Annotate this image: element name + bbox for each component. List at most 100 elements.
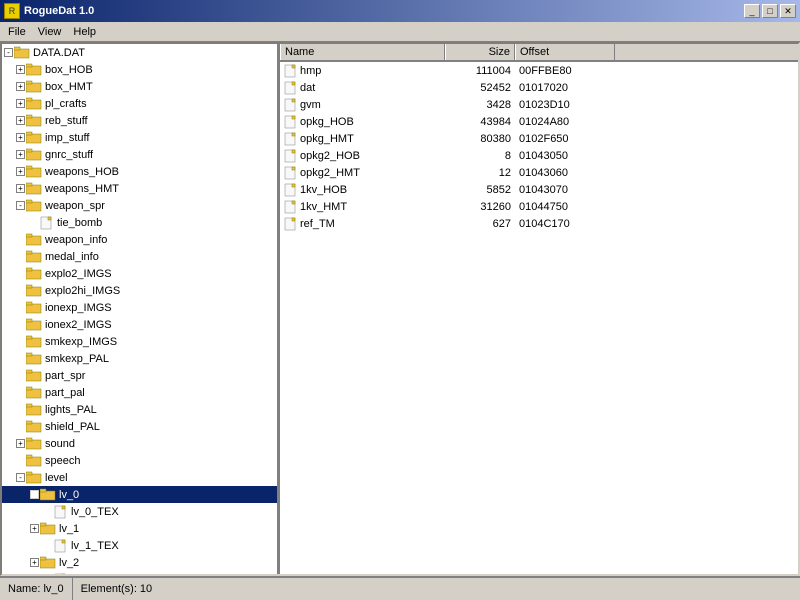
tree-label-tie_bomb: tie_bomb bbox=[57, 217, 102, 229]
expand-lv_1[interactable]: + bbox=[30, 524, 39, 533]
expand-box_HOB[interactable]: + bbox=[16, 65, 25, 74]
expand-weapon_spr[interactable]: - bbox=[16, 201, 25, 210]
app-icon: R bbox=[4, 3, 20, 19]
list-cell-name-text: opkg2_HOB bbox=[300, 150, 360, 162]
list-cell-size: 12 bbox=[445, 167, 515, 179]
tree-item-explo2hi_IMGS[interactable]: explo2hi_IMGS bbox=[2, 282, 277, 299]
tree-item-lv_2_TEX[interactable]: lv_2_TEX bbox=[2, 571, 277, 574]
tree-label-lv_1: lv_1 bbox=[59, 523, 79, 535]
close-button[interactable]: ✕ bbox=[780, 4, 796, 18]
tree-item-explo2_IMGS[interactable]: explo2_IMGS bbox=[2, 265, 277, 282]
list-cell-name: 1kv_HMT bbox=[280, 200, 445, 214]
list-row[interactable]: ref_TM6270104C170 bbox=[280, 215, 798, 232]
expand-lv_0[interactable]: + bbox=[30, 490, 39, 499]
tree-label-part_pal: part_pal bbox=[45, 387, 85, 399]
tree-item-lights_PAL[interactable]: lights_PAL bbox=[2, 401, 277, 418]
folder-icon-lv_0 bbox=[40, 488, 56, 501]
folder-icon-sound bbox=[26, 437, 42, 450]
folder-icon-smkexp_IMGS bbox=[26, 335, 42, 348]
tree-item-reb_stuff[interactable]: + reb_stuff bbox=[2, 112, 277, 129]
expand-sound[interactable]: + bbox=[16, 439, 25, 448]
list-row[interactable]: gvm342801023D10 bbox=[280, 96, 798, 113]
tree-panel[interactable]: - DATA.DAT + box_HOB + box_HMT bbox=[2, 44, 280, 574]
list-cell-offset: 01043050 bbox=[515, 150, 615, 162]
tree-item-lv_2[interactable]: + lv_2 bbox=[2, 554, 277, 571]
expand-weapons_HOB[interactable]: + bbox=[16, 167, 25, 176]
list-panel: Name Size Offset hmp11100400FFBE80dat524… bbox=[280, 44, 798, 574]
list-cell-name-text: opkg2_HMT bbox=[300, 167, 360, 179]
list-row[interactable]: 1kv_HMT3126001044750 bbox=[280, 198, 798, 215]
tree-label-box_HMT: box_HMT bbox=[45, 81, 93, 93]
tree-item-box_HMT[interactable]: + box_HMT bbox=[2, 78, 277, 95]
tree-item-ionex2_IMGS[interactable]: ionex2_IMGS bbox=[2, 316, 277, 333]
tree-item-sound[interactable]: + sound bbox=[2, 435, 277, 452]
tree-item-box_HOB[interactable]: + box_HOB bbox=[2, 61, 277, 78]
tree-item-tie_bomb[interactable]: tie_bomb bbox=[2, 214, 277, 231]
tree-item-shield_PAL[interactable]: shield_PAL bbox=[2, 418, 277, 435]
expand-weapons_HMT[interactable]: + bbox=[16, 184, 25, 193]
file-icon-list bbox=[284, 64, 298, 78]
list-cell-size: 8 bbox=[445, 150, 515, 162]
folder-icon-level bbox=[26, 471, 42, 484]
expand-level[interactable]: - bbox=[16, 473, 25, 482]
tree-item-lv_0[interactable]: + lv_0 bbox=[2, 486, 277, 503]
tree-item-speech[interactable]: speech bbox=[2, 452, 277, 469]
list-cell-name-text: gvm bbox=[300, 99, 321, 111]
tree-item-imp_stuff[interactable]: + imp_stuff bbox=[2, 129, 277, 146]
list-row[interactable]: opkg_HOB4398401024A80 bbox=[280, 113, 798, 130]
tree-item-lv_1[interactable]: + lv_1 bbox=[2, 520, 277, 537]
folder-icon-reb_stuff bbox=[26, 114, 42, 127]
col-header-size[interactable]: Size bbox=[445, 44, 515, 60]
tree-item-DATA_DAT[interactable]: - DATA.DAT bbox=[2, 44, 277, 61]
folder-icon-smkexp_PAL bbox=[26, 352, 42, 365]
maximize-button[interactable]: □ bbox=[762, 4, 778, 18]
tree-item-smkexp_PAL[interactable]: smkexp_PAL bbox=[2, 350, 277, 367]
menu-help[interactable]: Help bbox=[67, 24, 102, 40]
tree-label-weapon_spr: weapon_spr bbox=[45, 200, 105, 212]
list-row[interactable]: dat5245201017020 bbox=[280, 79, 798, 96]
tree-label-part_spr: part_spr bbox=[45, 370, 85, 382]
tree-item-ionexp_IMGS[interactable]: ionexp_IMGS bbox=[2, 299, 277, 316]
col-header-name[interactable]: Name bbox=[280, 44, 445, 60]
tree-item-weapon_info[interactable]: weapon_info bbox=[2, 231, 277, 248]
list-cell-offset: 0104C170 bbox=[515, 218, 615, 230]
tree-item-lv_1_TEX[interactable]: lv_1_TEX bbox=[2, 537, 277, 554]
menu-view[interactable]: View bbox=[32, 24, 68, 40]
expand-pl_crafts[interactable]: + bbox=[16, 99, 25, 108]
tree-label-box_HOB: box_HOB bbox=[45, 64, 93, 76]
folder-icon-part_pal bbox=[26, 386, 42, 399]
expand-DATA_DAT[interactable]: - bbox=[4, 48, 13, 57]
list-cell-size: 111004 bbox=[445, 65, 515, 77]
folder-icon-box_HOB bbox=[26, 63, 42, 76]
expand-lv_2[interactable]: + bbox=[30, 558, 39, 567]
expand-box_HMT[interactable]: + bbox=[16, 82, 25, 91]
tree-item-weapon_spr[interactable]: - weapon_spr bbox=[2, 197, 277, 214]
list-row[interactable]: opkg_HMT803800102F650 bbox=[280, 130, 798, 147]
list-cell-size: 627 bbox=[445, 218, 515, 230]
tree-item-smkexp_IMGS[interactable]: smkexp_IMGS bbox=[2, 333, 277, 350]
tree-item-part_spr[interactable]: part_spr bbox=[2, 367, 277, 384]
list-row[interactable]: opkg2_HOB 801043050 bbox=[280, 147, 798, 164]
tree-item-pl_crafts[interactable]: + pl_crafts bbox=[2, 95, 277, 112]
tree-item-level[interactable]: - level bbox=[2, 469, 277, 486]
list-row[interactable]: 1kv_HOB585201043070 bbox=[280, 181, 798, 198]
col-header-offset[interactable]: Offset bbox=[515, 44, 615, 60]
tree-item-weapons_HMT[interactable]: + weapons_HMT bbox=[2, 180, 277, 197]
tree-item-gnrc_stuff[interactable]: + gnrc_stuff bbox=[2, 146, 277, 163]
expand-reb_stuff[interactable]: + bbox=[16, 116, 25, 125]
menu-file[interactable]: File bbox=[2, 24, 32, 40]
list-cell-name: 1kv_HOB bbox=[280, 183, 445, 197]
list-row[interactable]: opkg2_HMT1201043060 bbox=[280, 164, 798, 181]
tree-item-lv_0_TEX[interactable]: lv_0_TEX bbox=[2, 503, 277, 520]
minimize-button[interactable]: _ bbox=[744, 4, 760, 18]
folder-icon-lights_PAL bbox=[26, 403, 42, 416]
tree-item-weapons_HOB[interactable]: + weapons_HOB bbox=[2, 163, 277, 180]
tree-item-part_pal[interactable]: part_pal bbox=[2, 384, 277, 401]
list-row[interactable]: hmp11100400FFBE80 bbox=[280, 62, 798, 79]
expand-imp_stuff[interactable]: + bbox=[16, 133, 25, 142]
tree-label-lv_0: lv_0 bbox=[59, 489, 79, 501]
tree-label-smkexp_PAL: smkexp_PAL bbox=[45, 353, 109, 365]
expand-gnrc_stuff[interactable]: + bbox=[16, 150, 25, 159]
tree-item-medal_info[interactable]: medal_info bbox=[2, 248, 277, 265]
list-cell-offset: 0102F650 bbox=[515, 133, 615, 145]
